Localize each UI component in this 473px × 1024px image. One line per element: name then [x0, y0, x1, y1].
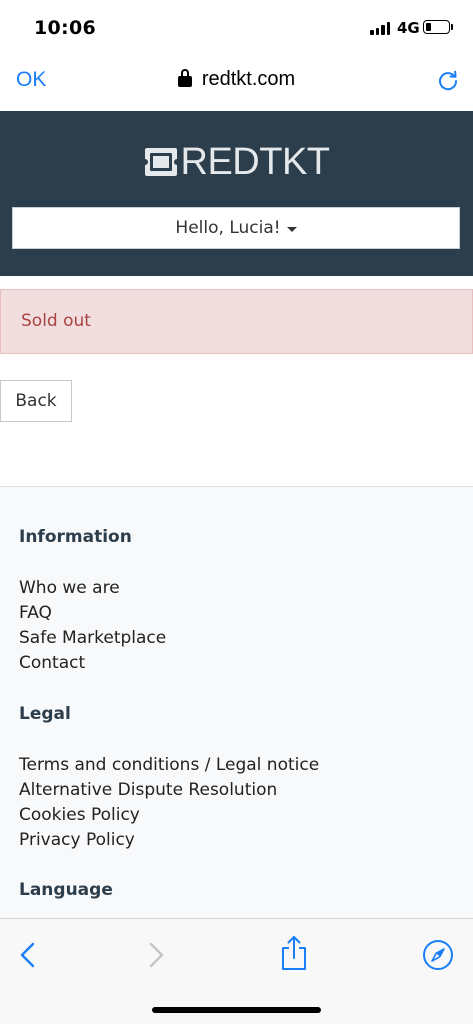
site-logo[interactable]: REDTKT	[0, 143, 473, 181]
status-time: 10:06	[34, 17, 96, 39]
reload-icon[interactable]	[437, 69, 459, 91]
caret-down-icon	[286, 226, 297, 232]
network-type: 4G	[397, 19, 420, 37]
site-footer: Information Who we are FAQ Safe Marketpl…	[0, 486, 473, 918]
share-icon[interactable]	[278, 935, 310, 971]
sold-out-alert: Sold out	[0, 289, 473, 354]
browser-toolbar	[0, 918, 473, 1024]
site-header: REDTKT Hello, Lucia!	[0, 111, 473, 276]
alert-message: Sold out	[21, 311, 91, 331]
battery-icon	[423, 20, 450, 34]
back-icon[interactable]	[12, 939, 44, 971]
footer-link-cookies-policy[interactable]: Cookies Policy	[19, 805, 140, 825]
footer-link-privacy-policy[interactable]: Privacy Policy	[19, 830, 135, 850]
compass-icon[interactable]	[422, 939, 454, 971]
url-display[interactable]: redtkt.com	[0, 68, 473, 91]
battery-cap	[451, 24, 453, 30]
footer-link-faq[interactable]: FAQ	[19, 603, 52, 623]
footer-link-who-we-are[interactable]: Who we are	[19, 578, 120, 598]
footer-link-safe-marketplace[interactable]: Safe Marketplace	[19, 628, 166, 648]
footer-link-terms[interactable]: Terms and conditions / Legal notice	[19, 755, 319, 775]
cellular-signal-icon	[370, 22, 390, 35]
home-indicator[interactable]	[152, 1007, 321, 1013]
footer-heading-language: Language	[19, 880, 113, 900]
url-text: redtkt.com	[201, 68, 296, 90]
footer-heading-information: Information	[19, 527, 132, 547]
logo-text: REDTKT	[180, 141, 331, 183]
browser-address-bar: OK redtkt.com	[0, 52, 473, 111]
status-bar: 10:06 4G	[0, 0, 473, 52]
lock-icon	[177, 69, 192, 87]
ticket-logo-icon	[143, 148, 178, 176]
user-menu-dropdown[interactable]: Hello, Lucia!	[12, 207, 460, 249]
footer-link-dispute-resolution[interactable]: Alternative Dispute Resolution	[19, 780, 277, 800]
user-menu-label: Hello, Lucia!	[175, 218, 281, 238]
footer-heading-legal: Legal	[19, 704, 71, 724]
forward-icon[interactable]	[140, 939, 172, 971]
back-button[interactable]: Back	[0, 380, 72, 422]
footer-link-contact[interactable]: Contact	[19, 653, 85, 673]
